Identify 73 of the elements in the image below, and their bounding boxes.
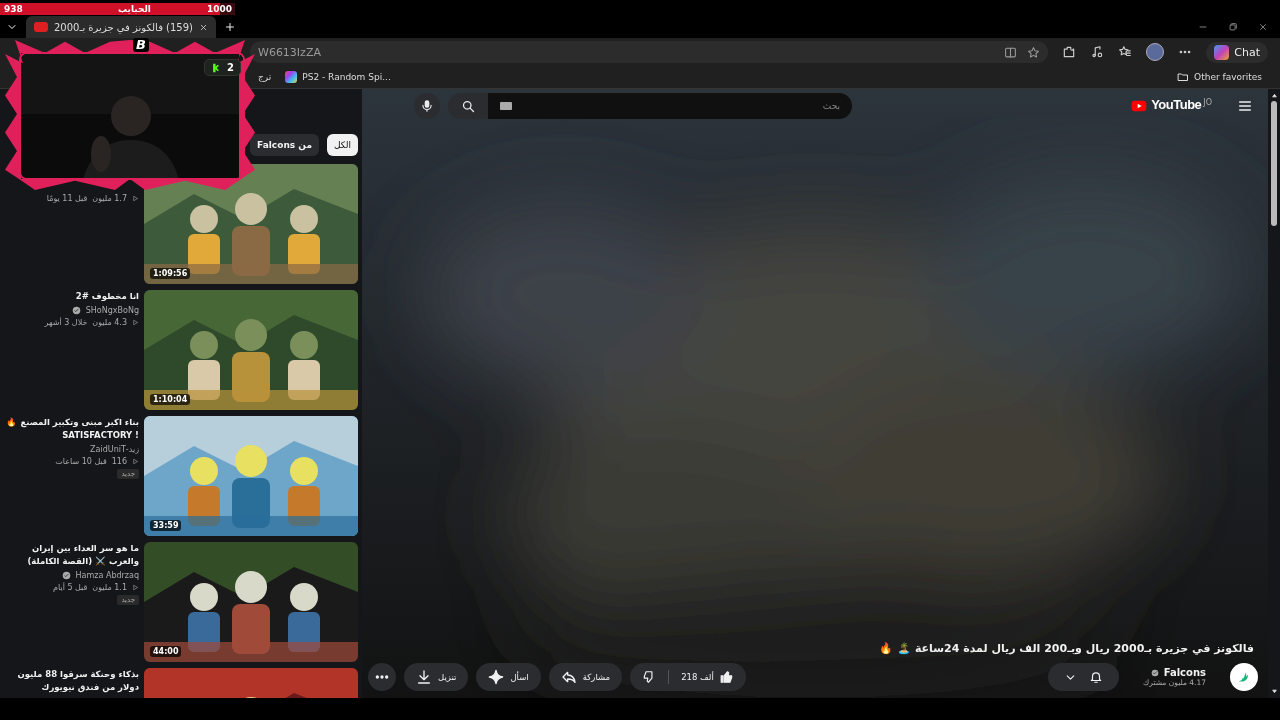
bookmark[interactable]: PS2 - Random Spi... — [285, 71, 391, 83]
view-count: 1.1 مليون — [92, 583, 127, 592]
copilot-icon — [1214, 44, 1230, 60]
bell-icon — [1089, 670, 1104, 684]
thumbs-up-icon — [719, 670, 734, 684]
download-icon[interactable] — [416, 669, 432, 685]
kick-icon — [211, 62, 222, 73]
restore-icon[interactable] — [1228, 22, 1238, 32]
music-icon[interactable] — [1090, 45, 1105, 59]
new-tab-icon[interactable] — [224, 21, 236, 33]
goal-label: الحبايب — [118, 3, 151, 16]
menu-icon — [1237, 98, 1253, 114]
address-bar[interactable]: W6613IzZA — [250, 41, 1049, 63]
video-title[interactable]: انا مخطوف #2 — [2, 290, 139, 303]
duration-label: 33:59 — [150, 520, 182, 531]
bookmark[interactable]: ترج — [258, 72, 272, 82]
search-button[interactable] — [448, 93, 488, 119]
channel-name[interactable]: Falcons — [1163, 667, 1206, 678]
video-title[interactable]: ما هو سر العداء بين إيران والعرب ⚔ (القصة الكاملة) — [2, 542, 139, 568]
share-icon[interactable] — [560, 669, 577, 685]
ask-button[interactable]: اسأل — [476, 663, 541, 691]
channel-name[interactable]: زيد-ZaidUniT — [90, 445, 139, 454]
duration-label: 1:10:04 — [150, 394, 191, 405]
share-button[interactable]: مشاركة — [548, 663, 623, 691]
bookmark-icon — [285, 71, 298, 83]
profile-avatar[interactable] — [1146, 43, 1165, 61]
scrollbar-thumb[interactable] — [1271, 101, 1277, 226]
youtube-icon — [34, 22, 48, 32]
filter-chip[interactable]: الكل — [326, 134, 358, 156]
video-title[interactable]: بناء اكبر مبنى وتكبير المصنع 🔥 ! SATISFACTORY — [2, 416, 139, 442]
browser-tab[interactable]: (159) فالكونز في جزيرة بـ2000 — [26, 16, 216, 38]
favorites-icon[interactable] — [1118, 45, 1133, 59]
upload-age: قبل 11 يومًا — [46, 194, 88, 203]
upload-age: خلال 3 أشهر — [44, 318, 88, 327]
chat-button[interactable]: Chat — [1206, 41, 1268, 63]
extensions-icon[interactable] — [1062, 45, 1077, 59]
duration-label: 44:00 — [150, 646, 182, 657]
play-icon — [132, 458, 139, 465]
scroll-up-icon[interactable] — [1270, 92, 1278, 99]
view-count: 4.3 مليون — [92, 318, 127, 327]
folder-icon — [1177, 71, 1190, 83]
duration-label: 1:09:56 — [150, 268, 191, 279]
play-icon — [132, 195, 139, 202]
viewer-badge: 2 — [204, 59, 241, 76]
overlay-logo: B — [133, 38, 149, 52]
upload-age: قبل 5 أيام — [53, 583, 88, 592]
search-field[interactable]: بحث — [488, 93, 852, 119]
subscribe-bell-button[interactable] — [1048, 663, 1120, 691]
view-count: 116 — [111, 457, 127, 466]
video-title: فالكونز في جزيرة بـ2000 ريال وبـ200 الف ريال لمدة 24ساعة 🏝 🔥 — [878, 642, 1255, 655]
channel-name[interactable]: SHoNgxBoNg — [85, 306, 139, 315]
verified-icon — [1150, 668, 1159, 677]
youtube-logo[interactable]: YouTube — [1151, 98, 1202, 112]
filter-chip[interactable]: من Falcons — [250, 134, 319, 156]
play-icon — [132, 584, 139, 591]
close-icon[interactable] — [1258, 22, 1268, 32]
other-favorites[interactable]: Other favorites — [1177, 71, 1262, 83]
download-button[interactable]: تنزيل — [404, 663, 469, 691]
search-icon — [460, 98, 476, 114]
goal-current: 938 — [4, 3, 23, 16]
view-count: 1.7 مليون — [92, 194, 127, 203]
channel-name[interactable]: Hamza Abdrzaq — [75, 571, 139, 580]
goal-target: 1000 — [206, 3, 232, 16]
close-icon[interactable] — [199, 22, 208, 32]
country-code: JO — [1203, 98, 1212, 107]
play-icon — [132, 319, 139, 326]
upload-age: قبل 10 ساعات — [55, 457, 107, 466]
star-icon[interactable] — [1027, 45, 1041, 59]
video-title[interactable]: بذكاء وحنكة سرقوا 88 مليون دولار من فندق نيويورك — [2, 668, 139, 694]
split-screen-icon[interactable] — [1004, 45, 1018, 59]
mic-icon — [420, 99, 434, 113]
scroll-down-icon[interactable] — [1270, 688, 1278, 695]
sparkle-icon[interactable] — [488, 669, 505, 685]
